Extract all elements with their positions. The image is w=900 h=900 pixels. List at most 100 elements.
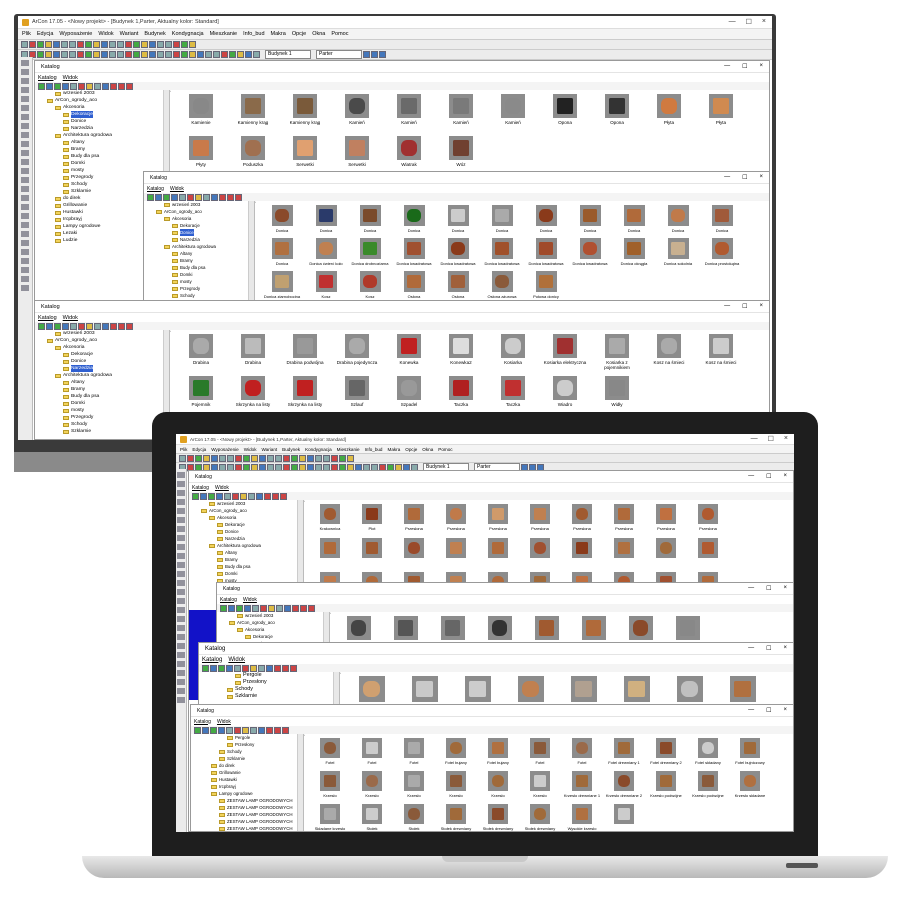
- minimize-icon[interactable]: —: [748, 585, 754, 592]
- toolbar-button[interactable]: [275, 454, 282, 462]
- tool-icon[interactable]: [177, 598, 185, 604]
- menu-item-4[interactable]: Wariant: [262, 447, 278, 452]
- close-icon[interactable]: ×: [783, 707, 787, 714]
- catalog-tool-button[interactable]: [203, 194, 210, 201]
- tree-node[interactable]: Schody: [144, 292, 254, 299]
- tool-icon[interactable]: [21, 105, 29, 111]
- toolbar-button[interactable]: [283, 454, 290, 462]
- toolbar-button[interactable]: [195, 454, 202, 462]
- catalog-item[interactable]: Donica: [438, 205, 478, 233]
- tree-node[interactable]: Donice: [35, 118, 169, 125]
- toolbar-button[interactable]: [221, 51, 228, 58]
- catalog-tool-button[interactable]: [46, 83, 53, 90]
- catalog-tool-button[interactable]: [86, 323, 93, 330]
- menu-item-12[interactable]: Pomoc: [438, 447, 452, 452]
- catalog-item[interactable]: Donica: [306, 205, 346, 233]
- catalog-tool-button[interactable]: [102, 83, 109, 90]
- catalog-tool-button[interactable]: [194, 727, 201, 734]
- toolbar-button[interactable]: [189, 41, 196, 48]
- tree-node[interactable]: Dekoracje: [189, 521, 303, 528]
- tool-icon[interactable]: [21, 168, 29, 174]
- menu-item-7[interactable]: Mieszkanie: [210, 31, 238, 37]
- catalog-item[interactable]: Krzesło podwójne: [689, 771, 727, 798]
- catalog-tool-button[interactable]: [276, 605, 283, 612]
- catalog-item[interactable]: Wóz: [437, 136, 485, 167]
- catalog-tool-button[interactable]: [218, 665, 225, 672]
- menu-item-3[interactable]: Widok: [244, 447, 257, 452]
- catalog-item[interactable]: Serwetki: [333, 136, 381, 167]
- toolbar-button[interactable]: [197, 51, 204, 58]
- tool-icon[interactable]: [21, 285, 29, 291]
- catalog-item[interactable]: Przesłona: [521, 504, 559, 531]
- catalog-item[interactable]: Fotel: [521, 738, 559, 765]
- toolbar-button[interactable]: [251, 454, 258, 462]
- catalog-tool-button[interactable]: [147, 194, 154, 201]
- menu-item-3[interactable]: Widok: [98, 31, 113, 37]
- menu-item-4[interactable]: Wariant: [120, 31, 139, 37]
- tree-node[interactable]: ZESTAW LAMP OGRODOWYCH: [191, 825, 303, 831]
- toolbar-button[interactable]: [21, 41, 28, 48]
- catalog-tool-button[interactable]: [46, 323, 53, 330]
- toolbar-button[interactable]: [101, 51, 108, 58]
- catalog-item[interactable]: [453, 676, 502, 704]
- tree-node[interactable]: ZESTAW LAMP OGRODOWYCH: [191, 804, 303, 811]
- toolbar-button[interactable]: [173, 41, 180, 48]
- toolbar-button[interactable]: [93, 51, 100, 58]
- catalog-item[interactable]: Kamienny krąg: [229, 94, 277, 125]
- catalog-menu-item[interactable]: Widok: [170, 186, 184, 192]
- tool-icon[interactable]: [21, 267, 29, 273]
- tool-icon[interactable]: [177, 580, 185, 586]
- catalog-item[interactable]: Fotel bujany: [437, 738, 475, 765]
- tool-icon[interactable]: [177, 562, 185, 568]
- toolbar-button[interactable]: [307, 454, 314, 462]
- catalog-tool-button[interactable]: [70, 323, 77, 330]
- catalog-item[interactable]: Donica: [702, 205, 742, 233]
- catalog-item[interactable]: Donica: [614, 205, 654, 233]
- catalog-tool-button[interactable]: [274, 727, 281, 734]
- menu-item-9[interactable]: Makra: [271, 31, 286, 37]
- minimize-icon[interactable]: —: [748, 707, 754, 714]
- catalog-item[interactable]: [400, 676, 449, 704]
- catalog-item[interactable]: Donica: [262, 238, 302, 266]
- toolbar-button[interactable]: [133, 51, 140, 58]
- catalog-tool-button[interactable]: [232, 493, 239, 500]
- catalog-item[interactable]: Kamień: [437, 94, 485, 125]
- tree-node[interactable]: Architektura ogrodowa: [144, 243, 254, 250]
- catalog-tool-button[interactable]: [226, 665, 233, 672]
- tree-node[interactable]: Akcesoria: [144, 215, 254, 222]
- close-icon[interactable]: ×: [759, 63, 763, 70]
- catalog-item[interactable]: Skrzynka na listy: [281, 376, 329, 407]
- toolbar-button[interactable]: [299, 454, 306, 462]
- laptop-maximize-icon[interactable]: ☐: [768, 435, 774, 443]
- catalog-item[interactable]: Płyta: [645, 94, 693, 125]
- catalog-tool-button[interactable]: [202, 665, 209, 672]
- catalog-tool-button[interactable]: [218, 727, 225, 734]
- catalog-item[interactable]: Stołek drewniany: [521, 804, 559, 831]
- tool-icon[interactable]: [177, 697, 185, 703]
- catalog-item[interactable]: Osłona: [438, 271, 478, 299]
- catalog-item[interactable]: Taczka: [437, 376, 485, 407]
- toolbar-button[interactable]: [141, 41, 148, 48]
- toolbar-button[interactable]: [61, 41, 68, 48]
- maximize-icon[interactable]: ☐: [746, 18, 752, 26]
- toolbar-button[interactable]: [101, 41, 108, 48]
- catalog-item[interactable]: Kamienny krąg: [281, 94, 329, 125]
- menu-item-1[interactable]: Edycja: [192, 447, 206, 452]
- tree-node[interactable]: wrzesień 2003: [189, 500, 303, 507]
- catalog-tool-button[interactable]: [250, 727, 257, 734]
- menu-item-2[interactable]: Wyposażenie: [59, 31, 92, 37]
- tool-icon[interactable]: [177, 589, 185, 595]
- tree-node[interactable]: Architektura ogrodowa: [189, 542, 303, 549]
- catalog-tool-button[interactable]: [250, 665, 257, 672]
- catalog-tool-button[interactable]: [187, 194, 194, 201]
- catalog-item[interactable]: [395, 538, 433, 560]
- toolbar-button[interactable]: [45, 51, 52, 58]
- tool-icon[interactable]: [177, 634, 185, 640]
- toolbar-button[interactable]: [93, 41, 100, 48]
- catalog-tool-button[interactable]: [227, 194, 234, 201]
- menu-item-6[interactable]: Kondygnacja: [172, 31, 204, 37]
- catalog-tool-button[interactable]: [195, 194, 202, 201]
- catalog-item[interactable]: Stołek drewniany: [437, 804, 475, 831]
- toolbar-button[interactable]: [213, 51, 220, 58]
- catalog-tool-button[interactable]: [171, 194, 178, 201]
